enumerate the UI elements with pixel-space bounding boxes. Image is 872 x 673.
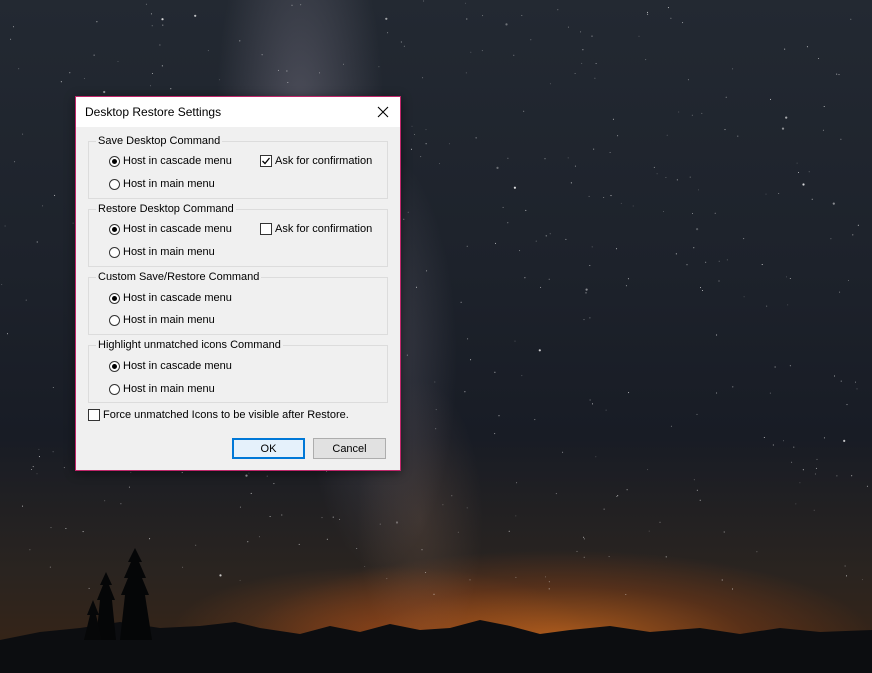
group-legend: Save Desktop Command [96, 134, 223, 148]
option-label: Host in main menu [123, 246, 215, 258]
option-label: Host in cascade menu [123, 360, 232, 372]
option-label: Host in main menu [123, 178, 215, 190]
force-visible-checkbox[interactable]: Force unmatched Icons to be visible afte… [88, 409, 349, 421]
desktop-restore-settings-dialog: Desktop Restore Settings Save Desktop Co… [75, 96, 401, 471]
save-ask-confirmation-checkbox[interactable]: Ask for confirmation [260, 155, 372, 167]
highlight-unmatched-icons-command-group: Highlight unmatched icons Command Host i… [88, 338, 388, 403]
radio-selected[interactable] [109, 360, 120, 372]
radio-unselected[interactable] [109, 246, 120, 258]
radio-selected[interactable] [109, 155, 120, 167]
group-legend: Highlight unmatched icons Command [96, 338, 283, 352]
save-host-main-radio[interactable]: Host in main menu [109, 178, 215, 190]
restore-desktop-command-group: Restore Desktop Command Host in cascade … [88, 202, 388, 267]
title-bar[interactable]: Desktop Restore Settings [76, 97, 400, 127]
custom-host-main-radio[interactable]: Host in main menu [109, 314, 215, 326]
save-desktop-command-group: Save Desktop Command Host in cascade men… [88, 134, 388, 199]
option-label: Host in cascade menu [123, 292, 232, 304]
ok-button[interactable]: OK [232, 438, 305, 459]
save-host-cascade-radio[interactable]: Host in cascade menu [109, 155, 232, 167]
checkbox-unchecked[interactable] [260, 223, 272, 235]
checkbox-checked[interactable] [260, 155, 272, 167]
radio-unselected[interactable] [109, 314, 120, 326]
highlight-host-main-radio[interactable]: Host in main menu [109, 383, 215, 395]
checkbox-unchecked[interactable] [88, 409, 100, 421]
restore-host-cascade-radio[interactable]: Host in cascade menu [109, 223, 232, 235]
option-label: Host in cascade menu [123, 223, 232, 235]
radio-selected[interactable] [109, 292, 120, 304]
option-label: Ask for confirmation [275, 155, 373, 167]
group-legend: Restore Desktop Command [96, 202, 236, 216]
option-label: Force unmatched Icons to be visible afte… [103, 409, 349, 421]
close-icon [377, 106, 389, 118]
custom-host-cascade-radio[interactable]: Host in cascade menu [109, 292, 232, 304]
cancel-button[interactable]: Cancel [313, 438, 386, 459]
highlight-host-cascade-radio[interactable]: Host in cascade menu [109, 360, 232, 372]
dialog-title: Desktop Restore Settings [85, 105, 222, 119]
radio-unselected[interactable] [109, 383, 120, 395]
radio-unselected[interactable] [109, 178, 120, 190]
restore-host-main-radio[interactable]: Host in main menu [109, 246, 215, 258]
option-label: Host in cascade menu [123, 155, 232, 167]
option-label: Ask for confirmation [275, 223, 373, 235]
group-legend: Custom Save/Restore Command [96, 270, 262, 284]
close-button[interactable] [366, 97, 400, 127]
option-label: Host in main menu [123, 314, 215, 326]
radio-selected[interactable] [109, 223, 120, 235]
checkmark-icon [262, 157, 271, 165]
restore-ask-confirmation-checkbox[interactable]: Ask for confirmation [260, 223, 372, 235]
custom-save-restore-command-group: Custom Save/Restore Command Host in casc… [88, 270, 388, 335]
option-label: Host in main menu [123, 383, 215, 395]
